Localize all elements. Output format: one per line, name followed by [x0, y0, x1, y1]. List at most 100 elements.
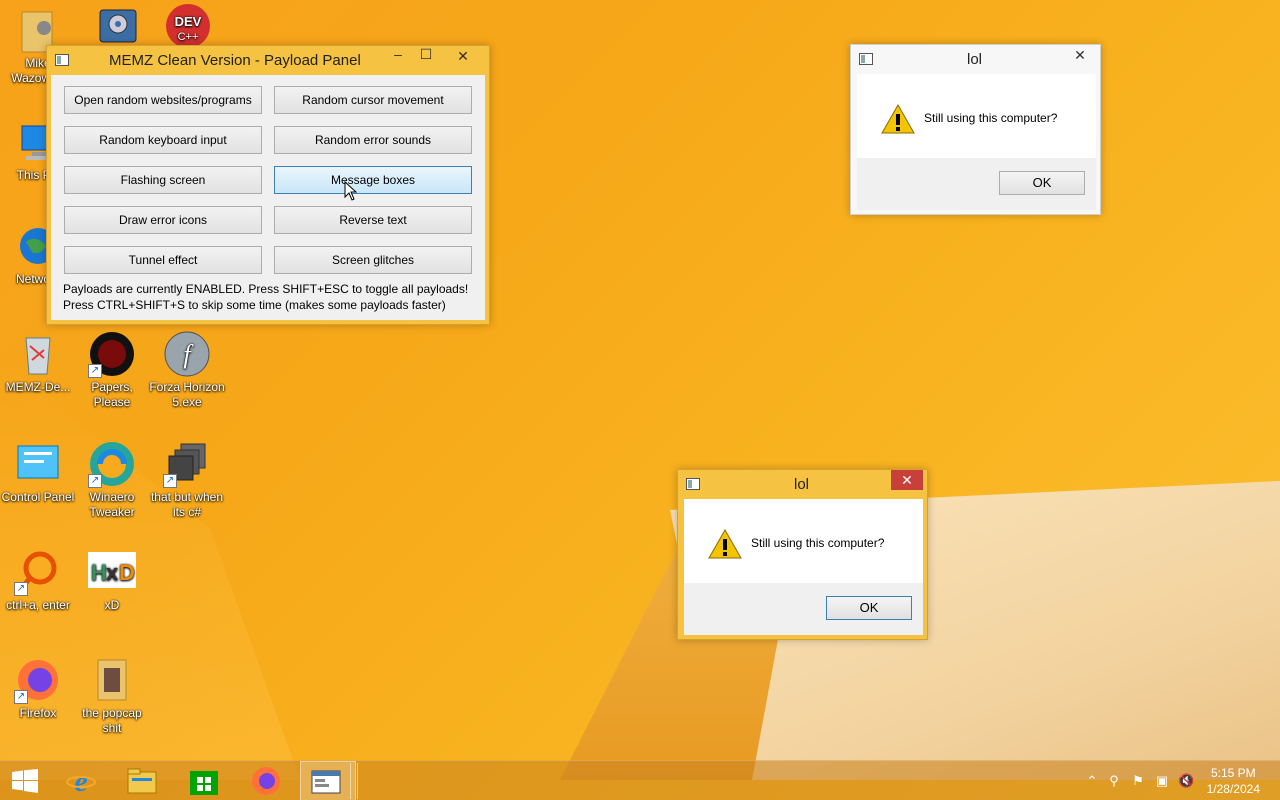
window-title: lol: [794, 476, 810, 493]
clock-date: 1/28/2024: [1206, 782, 1260, 796]
desktop-icon-winaero[interactable]: ↗ Winaero Tweaker: [74, 440, 150, 520]
internet-explorer-icon: e: [66, 766, 96, 796]
firefox-icon: ↗: [14, 656, 62, 704]
mouse-cursor-icon: [344, 181, 358, 201]
payload-button-websites[interactable]: Open random websites/programs: [64, 86, 262, 114]
close-button[interactable]: ✕: [891, 470, 923, 490]
payload-button-tunnel[interactable]: Tunnel effect: [64, 246, 262, 274]
svg-text:H: H: [91, 560, 107, 585]
desktop-icon-label: the popcap shit: [82, 706, 142, 735]
window-app-icon: [311, 770, 341, 794]
start-button[interactable]: [0, 761, 56, 800]
message-text: Still using this computer?: [924, 111, 1058, 125]
close-button[interactable]: ✕: [1064, 45, 1096, 65]
desktop-icon-label: ctrl+a, enter: [6, 598, 70, 612]
taskbar: e ⌃ ⚲ ⚑ ▣ 🔇 5:15 PM 1/28/2024: [0, 760, 1280, 800]
winaero-icon: ↗: [88, 440, 136, 488]
message-box-footer: OK: [684, 583, 923, 635]
control-panel-icon: [14, 440, 62, 488]
ok-button[interactable]: OK: [999, 171, 1085, 195]
message-text: Still using this computer?: [751, 536, 885, 550]
taskbar-clock[interactable]: 5:15 PM 1/28/2024: [1207, 765, 1260, 797]
show-hidden-icons-icon[interactable]: ⌃: [1084, 773, 1100, 789]
payload-button-cursor[interactable]: Random cursor movement: [274, 86, 472, 114]
app-icon: [859, 53, 873, 65]
minimize-button[interactable]: –: [389, 46, 407, 66]
desktop-icon-ctrl-a[interactable]: ↗ ctrl+a, enter: [0, 548, 76, 613]
network-icon[interactable]: ▣: [1154, 773, 1170, 789]
app-icon: [686, 478, 700, 490]
desktop-icon-memz[interactable]: MEMZ-De...: [0, 330, 76, 395]
shortcut-arrow-icon: ↗: [163, 474, 177, 488]
message-box-body: Still using this computer? OK: [857, 74, 1096, 210]
desktop-icon-label: Control Panel: [1, 490, 75, 504]
hxd-icon: HxD: [88, 548, 136, 596]
taskbar-memz-panel[interactable]: [300, 761, 356, 800]
app-icon: [55, 54, 69, 66]
taskbar-file-explorer[interactable]: [114, 761, 170, 800]
shortcut-arrow-icon: ↗: [14, 582, 28, 596]
desktop-icon-xd[interactable]: HxD xD: [74, 548, 150, 613]
payload-button-sounds[interactable]: Random error sounds: [274, 126, 472, 154]
desktop-icon-label: that but when its c#: [150, 490, 224, 519]
svg-text:C++: C++: [178, 31, 199, 43]
desktop-icon-popcap[interactable]: the popcap shit: [74, 656, 150, 736]
message-box-window-active: lol ✕ Still using this computer? OK: [677, 469, 928, 640]
shortcut-arrow-icon: ↗: [14, 690, 28, 704]
taskbar-grip: [350, 763, 358, 799]
payload-button-glitches[interactable]: Screen glitches: [274, 246, 472, 274]
desktop-icon-label: Papers, Please: [91, 380, 133, 409]
svg-text:DEV: DEV: [175, 14, 202, 29]
payload-panel-window: MEMZ Clean Version - Payload Panel – ☐ ✕…: [46, 45, 490, 325]
search-icon[interactable]: ⚲: [1106, 773, 1122, 789]
stack-icon: ↗: [163, 440, 211, 488]
close-button[interactable]: ✕: [447, 46, 479, 66]
status-text: Payloads are currently ENABLED. Press SH…: [63, 282, 469, 296]
window-title: lol: [967, 51, 983, 68]
desktop-icon-label: Firefox: [19, 706, 57, 720]
desktop-icon-label: xD: [104, 598, 120, 612]
desktop-icon-label: Winaero Tweaker: [89, 490, 135, 519]
payload-panel-titlebar[interactable]: MEMZ Clean Version - Payload Panel – ☐ ✕: [47, 46, 489, 76]
svg-text:D: D: [119, 560, 135, 585]
clock-time: 5:15 PM: [1210, 766, 1256, 780]
payload-button-flashing[interactable]: Flashing screen: [64, 166, 262, 194]
shortcut-arrow-icon: ↗: [88, 474, 102, 488]
status-text: Press CTRL+SHIFT+S to skip some time (ma…: [63, 298, 446, 312]
shortcut-arrow-icon: ↗: [88, 364, 102, 378]
volume-muted-icon[interactable]: 🔇: [1178, 773, 1194, 789]
taskbar-internet-explorer[interactable]: e: [54, 761, 110, 800]
desktop-icon-papers-please[interactable]: ↗ Papers, Please: [74, 330, 150, 410]
window-title: MEMZ Clean Version - Payload Panel: [109, 52, 361, 69]
firefox-icon: [252, 767, 280, 795]
desktop-icon-control-panel[interactable]: Control Panel: [0, 440, 76, 505]
folder-icon: [127, 768, 157, 794]
taskbar-store[interactable]: [176, 761, 232, 800]
message-box-titlebar[interactable]: lol ✕: [851, 45, 1100, 75]
store-icon: [190, 771, 218, 795]
warning-icon: [881, 104, 915, 134]
taskbar-firefox[interactable]: [238, 761, 294, 800]
papers-please-icon: ↗: [88, 330, 136, 378]
message-box-titlebar[interactable]: lol ✕: [678, 470, 927, 500]
svg-text:x: x: [106, 560, 119, 585]
flash-icon: f: [163, 330, 211, 378]
warning-icon: [708, 529, 742, 559]
payload-button-error-icons[interactable]: Draw error icons: [64, 206, 262, 234]
ok-button[interactable]: OK: [826, 596, 912, 620]
message-box-window: lol ✕ Still using this computer? OK: [850, 44, 1101, 215]
payload-button-reverse-text[interactable]: Reverse text: [274, 206, 472, 234]
desktop-icon-forza[interactable]: f Forza Horizon 5.exe: [149, 330, 225, 410]
maximize-button[interactable]: ☐: [417, 46, 435, 66]
desktop-icon-label: Forza Horizon 5.exe: [149, 380, 225, 409]
search-icon: ↗: [14, 548, 62, 596]
payload-button-message-boxes[interactable]: Message boxes: [274, 166, 472, 194]
action-center-flag-icon[interactable]: ⚑: [1130, 773, 1146, 789]
desktop-icon-that-but[interactable]: ↗ that but when its c#: [149, 440, 225, 520]
recycle-bin-icon: [14, 330, 62, 378]
message-box-body: Still using this computer? OK: [684, 499, 923, 635]
payload-button-keyboard[interactable]: Random keyboard input: [64, 126, 262, 154]
folder-icon: [88, 656, 136, 704]
desktop-icon-firefox[interactable]: ↗ Firefox: [0, 656, 76, 721]
message-box-footer: OK: [857, 158, 1096, 210]
